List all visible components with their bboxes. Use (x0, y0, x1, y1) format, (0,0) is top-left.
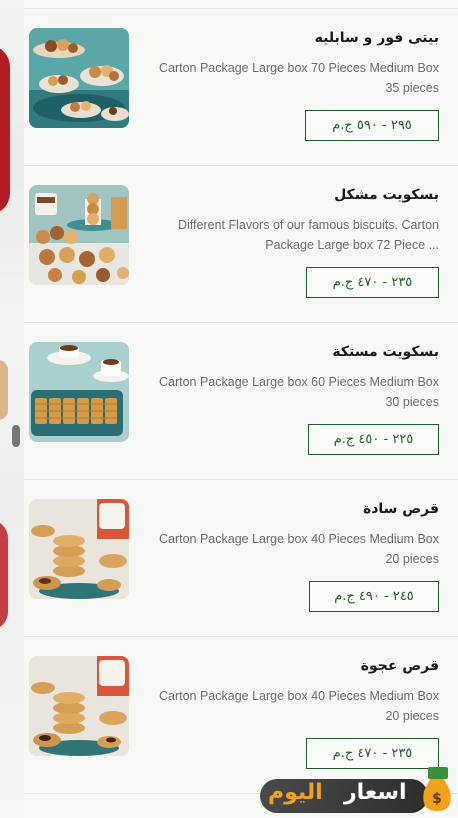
product-image-icon (29, 656, 129, 756)
product-item[interactable]: بسكويت مستكة Carton Package Large box 60… (24, 322, 458, 480)
product-name: بسكويت مستكة (332, 344, 439, 360)
watermark-word-prices: اسعار (344, 780, 407, 805)
product-name: قرص عجوة (360, 658, 439, 674)
product-description: Different Flavors of our famous biscuits… (178, 218, 439, 252)
product-image-icon (29, 342, 129, 442)
product-image-icon (29, 499, 129, 599)
product-price-button[interactable]: ٢٤٥ - ٤٩٠ ج.م (309, 581, 439, 612)
product-name: قرص سادة (362, 501, 439, 517)
scrollbar-handle[interactable] (12, 425, 20, 447)
product-image-icon (29, 28, 129, 128)
watermark-word-today: اليوم (268, 780, 323, 805)
product-image-icon (29, 185, 129, 285)
background-image-strip (0, 0, 24, 818)
product-description: Carton Package Large box 70 Pieces Mediu… (158, 61, 439, 95)
product-price-button[interactable]: ٢٩٥ - ٥٩٠ ج.م (305, 110, 439, 141)
money-bag-icon: $ (423, 767, 451, 811)
product-list[interactable]: بيتى فور و سابليه Carton Package Large b… (24, 0, 458, 818)
product-description: Carton Package Large box 40 Pieces Mediu… (158, 689, 439, 723)
product-price-button[interactable]: ٢٣٥ - ٤٧٠ ج.م (306, 267, 439, 298)
product-name: بيتى فور و سابليه (314, 30, 439, 46)
product-description: Carton Package Large box 40 Pieces Mediu… (158, 532, 439, 566)
product-item[interactable]: بيتى فور و سابليه Carton Package Large b… (24, 8, 458, 166)
product-item[interactable]: بسكويت مشكل Different Flavors of our fam… (24, 165, 458, 323)
svg-text:$: $ (432, 791, 442, 807)
site-watermark-logo: اليوم اسعار $ (258, 763, 458, 818)
product-name: بسكويت مشكل (334, 187, 439, 203)
product-item[interactable]: قرص سادة Carton Package Large box 40 Pie… (24, 479, 458, 637)
product-price-button[interactable]: ٢٢٥ - ٤٥٠ ج.م (308, 424, 439, 455)
product-description: Carton Package Large box 60 Pieces Mediu… (158, 375, 439, 409)
